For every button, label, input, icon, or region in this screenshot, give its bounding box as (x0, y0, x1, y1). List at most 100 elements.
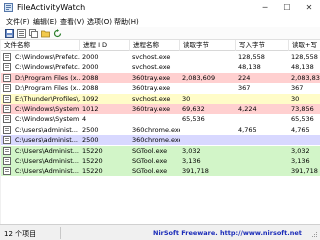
file-icon (3, 73, 11, 82)
cell-read-write-bytes: 2,083,833 (291, 73, 320, 82)
open-icon[interactable] (41, 29, 50, 38)
resize-grip-icon[interactable] (310, 230, 318, 238)
column-header-read[interactable]: 读取字节 (180, 40, 236, 51)
refresh-icon[interactable] (53, 29, 62, 38)
file-icon (3, 63, 11, 72)
file-icon (3, 146, 11, 155)
cell-pid: 2500 (82, 125, 99, 134)
menu-file[interactable]: 文件(F) (6, 17, 30, 27)
file-icon (3, 84, 11, 93)
cell-read-write-bytes: 3,136 (291, 157, 310, 165)
table-row[interactable]: C:\Windows\System... 1012 360tray.exe 69,63… (1, 104, 320, 114)
cell-filename: C:\users\administ... (15, 125, 78, 134)
column-header-pid[interactable]: 进程 I D (80, 40, 130, 51)
title-bar[interactable]: FileActivityWatch ─ ☐ ✕ (0, 0, 320, 15)
app-window: FileActivityWatch ─ ☐ ✕ 文件(F) 编辑(E) 查看(V… (0, 0, 320, 240)
save-icon[interactable] (5, 29, 14, 38)
table-row[interactable]: C:\Users\Administ... 15220 SGTool.exe 3,136… (1, 156, 320, 166)
cell-write-bytes (236, 114, 289, 124)
table-row[interactable]: D:\Program Files (x... 2088 360tray.exe 2,0… (1, 72, 320, 83)
cell-read-write-bytes: 30 (291, 94, 300, 103)
cell-process: 360chrome.exe (132, 136, 180, 145)
file-icon (3, 136, 11, 145)
cell-process: svchost.exe (132, 63, 171, 72)
cell-pid: 2088 (82, 73, 99, 82)
cell-read-bytes: 30 (182, 94, 191, 103)
menu-options[interactable]: 选项(O) (87, 17, 112, 27)
cell-filename: C:\Windows\Prefetc... (15, 53, 80, 61)
table-row[interactable]: C:\Users\Administ... 15220 SGTool.exe 391,7… (1, 166, 320, 177)
cell-read-write-bytes: 65,536 (291, 115, 314, 124)
table-row[interactable]: D:\Program Files (x... 2088 360tray.exe 367… (1, 83, 320, 94)
menu-help[interactable]: 帮助(H) (114, 17, 139, 27)
cell-read-bytes (180, 52, 236, 62)
cell-filename: D:\Program Files (x... (15, 73, 80, 82)
cell-read-bytes: 65,536 (182, 115, 205, 124)
cell-read-bytes: 391,718 (182, 167, 209, 176)
cell-process: svchost.exe (132, 94, 171, 103)
nirsoft-link[interactable]: NirSoft Freeware. http://www.nirsoft.net (153, 229, 302, 237)
cell-read-write-bytes: 48,138 (291, 63, 314, 72)
cell-filename: C:\Windows\System... (15, 115, 80, 124)
file-activity-table[interactable]: 文件名称 进程 I D 进程名称 读取字节 写入字节 读取+写 C:\Windo… (1, 40, 320, 224)
cell-read-write-bytes: 73,856 (291, 105, 314, 113)
cell-pid: 2500 (82, 136, 99, 145)
file-icon (3, 94, 11, 103)
minimize-button[interactable]: ─ (254, 0, 276, 15)
cell-read-bytes: 69,632 (182, 105, 205, 113)
cell-read-write-bytes: 128,558 (291, 53, 318, 61)
cell-write-bytes: 224 (238, 73, 251, 82)
cell-read-bytes: 3,136 (182, 157, 201, 165)
menu-edit[interactable]: 编辑(E) (33, 17, 57, 27)
properties-icon[interactable] (17, 29, 26, 38)
file-icon (3, 125, 11, 134)
cell-write-bytes: 48,138 (238, 63, 261, 72)
cell-write-bytes: 367 (238, 84, 251, 93)
file-icon (3, 105, 11, 113)
window-title: FileActivityWatch (17, 3, 86, 12)
cell-filename: C:\Users\Administ... (15, 157, 79, 165)
column-header-write[interactable]: 写入字节 (236, 40, 289, 51)
cell-write-bytes: 128,558 (238, 53, 265, 61)
table-row[interactable]: C:\Windows\Prefetc... 2000 svchost.exe 128,… (1, 52, 320, 62)
copy-icon[interactable] (29, 29, 38, 38)
cell-write-bytes (236, 166, 289, 176)
table-header: 文件名称 进程 I D 进程名称 读取字节 写入字节 读取+写 (1, 40, 320, 51)
cell-write-bytes (236, 156, 289, 166)
cell-read-bytes (180, 135, 236, 145)
cell-pid: 1012 (82, 105, 99, 113)
cell-read-bytes: 2,083,609 (182, 73, 216, 82)
cell-read-write-bytes: 391,718 (291, 167, 318, 176)
cell-write-bytes (236, 135, 289, 145)
table-row[interactable]: C:\users\administ... 2500 360chrome.exe (1, 135, 320, 146)
maximize-button[interactable]: ☐ (276, 0, 298, 15)
toolbar (0, 27, 320, 40)
app-icon (4, 3, 13, 12)
table-row[interactable]: C:\users\administ... 2500 360chrome.exe 4,7… (1, 124, 320, 135)
cell-process (130, 114, 180, 124)
cell-process: SGTool.exe (132, 167, 168, 176)
menu-bar: 文件(F) 编辑(E) 查看(V) 选项(O) 帮助(H) (0, 15, 320, 27)
cell-filename: C:\Users\Administ... (15, 167, 79, 176)
cell-filename: E:\Thunder\Profiles\... (15, 94, 80, 103)
cell-read-bytes (180, 62, 236, 72)
cell-pid: 15220 (82, 146, 103, 155)
cell-read-write-bytes: 4,765 (291, 125, 310, 134)
cell-write-bytes: 4,224 (238, 105, 257, 113)
file-icon (3, 115, 11, 124)
close-button[interactable]: ✕ (298, 0, 320, 15)
status-bar: 12 个项目 NirSoft Freeware. http://www.nirs… (0, 224, 320, 240)
cell-read-bytes (180, 83, 236, 93)
cell-process: svchost.exe (132, 53, 171, 61)
cell-filename: C:\users\administ... (15, 136, 78, 145)
column-header-read-write[interactable]: 读取+写 (289, 40, 320, 51)
table-row[interactable]: C:\Windows\System... 4 65,536 65,536 (1, 114, 320, 125)
column-header-process[interactable]: 进程名称 (130, 40, 180, 51)
table-row[interactable]: C:\Users\Administ... 15220 SGTool.exe 3,032… (1, 145, 320, 156)
cell-pid: 2088 (82, 84, 99, 93)
column-header-filename[interactable]: 文件名称 (1, 40, 80, 51)
cell-read-write-bytes: 3,032 (291, 146, 310, 155)
table-row[interactable]: E:\Thunder\Profiles\... 1092 svchost.exe 30… (1, 93, 320, 104)
table-row[interactable]: C:\Windows\Prefetc... 2000 svchost.exe 48,1… (1, 62, 320, 73)
menu-view[interactable]: 查看(V) (60, 17, 84, 27)
